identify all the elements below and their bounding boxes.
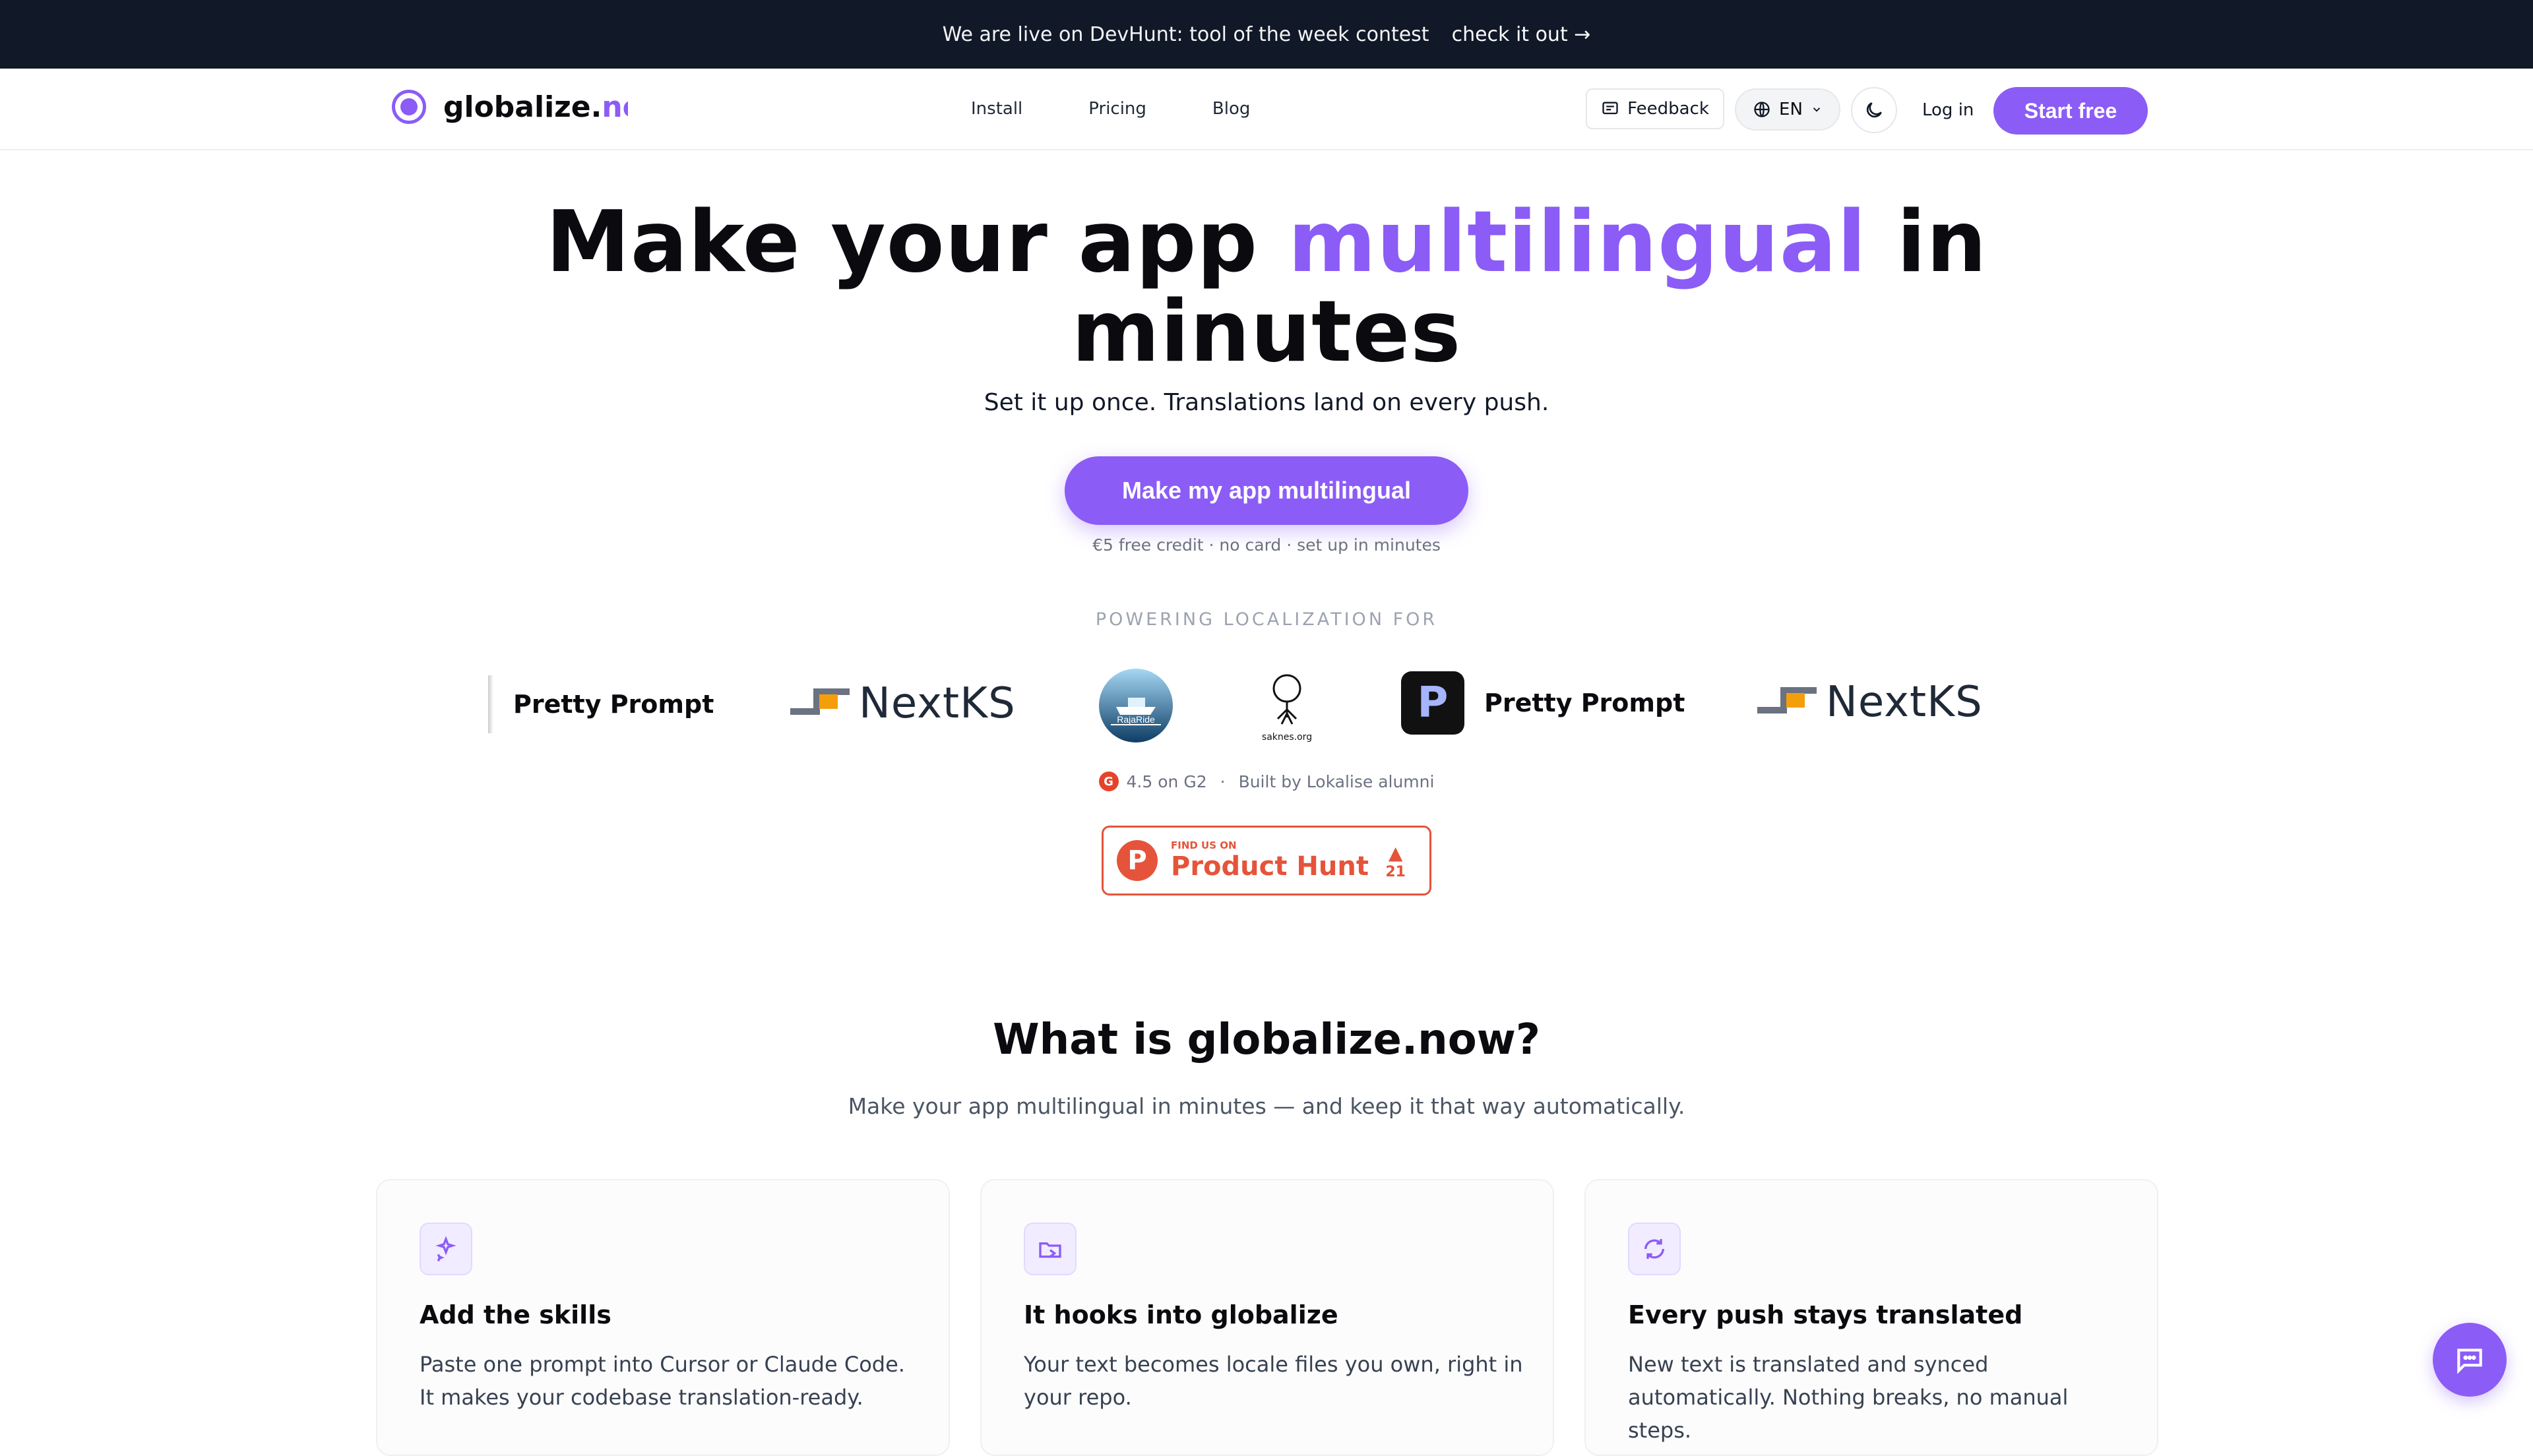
nav-link-pricing[interactable]: Pricing — [1088, 99, 1146, 119]
banner-text: We are live on DevHunt: tool of the week… — [942, 22, 1429, 46]
customer-logos: Pretty Prompt NextKS RajaRide saknes.org… — [488, 659, 2045, 752]
chevron-down-icon — [1813, 107, 1821, 112]
start-free-button[interactable]: Start free — [1993, 87, 2148, 135]
product-hunt-icon: P — [1117, 840, 1158, 881]
nav-link-install[interactable]: Install — [971, 99, 1022, 119]
message-icon — [1602, 102, 1618, 115]
section-subtitle: Make your app multilingual in minutes — … — [848, 1093, 1685, 1119]
upvote-count: ▲ 21 — [1385, 842, 1406, 880]
nextks-mark-icon — [1757, 687, 1817, 713]
product-hunt-badge[interactable]: P FIND US ON Product Hunt ▲ 21 — [1102, 826, 1431, 895]
nextks-mark-icon — [790, 688, 850, 715]
theme-toggle-button[interactable] — [1851, 87, 1897, 133]
refresh-icon — [1628, 1223, 1681, 1275]
folder-hook-icon — [1024, 1223, 1077, 1275]
make-multilingual-button[interactable]: Make my app multilingual — [1065, 456, 1468, 525]
pretty-prompt-icon: P — [1401, 671, 1464, 735]
cta-note: €5 free credit · no card · set up in min… — [1092, 535, 1441, 555]
feature-card-push: Every push stays translated New text is … — [1584, 1179, 2158, 1456]
pretty-prompt-logo: Pretty Prompt — [488, 675, 714, 733]
logo[interactable]: globalize.now — [392, 90, 628, 124]
upvote-triangle-icon: ▲ — [1388, 842, 1403, 864]
chat-button[interactable] — [2433, 1323, 2507, 1397]
login-link[interactable]: Log in — [1922, 100, 1974, 120]
g2-rating: 4.5 on G2 — [1126, 772, 1207, 791]
top-banner: We are live on DevHunt: tool of the week… — [0, 0, 2533, 69]
hero-title: Make your app multilingual in minutes — [546, 193, 1987, 381]
rajaride-logo: RajaRide — [1098, 667, 1174, 746]
logo-icon — [392, 90, 426, 124]
hero-subtitle: Set it up once. Translations land on eve… — [984, 389, 1549, 416]
moon-icon — [1866, 102, 1882, 118]
logo-text: globalize.now — [443, 90, 628, 124]
pretty-prompt-logo-2: P Pretty Prompt — [1401, 671, 1685, 735]
feedback-button[interactable]: Feedback — [1586, 88, 1724, 129]
feature-card-skills: Add the skills Paste one prompt into Cur… — [376, 1179, 950, 1456]
alumni-text: Built by Lokalise alumni — [1238, 772, 1435, 791]
section-title: What is globalize.now? — [993, 1016, 1540, 1064]
language-selector[interactable]: EN — [1735, 88, 1840, 131]
navbar: globalize.now Install Pricing Blog Feedb… — [0, 69, 2533, 150]
ratings-row: G 4.5 on G2 · Built by Lokalise alumni — [0, 772, 2533, 791]
g2-icon: G — [1098, 772, 1119, 791]
sparkles-icon — [420, 1223, 472, 1275]
nav-links: Install Pricing Blog — [971, 99, 1316, 119]
saknes-logo: saknes.org — [1257, 671, 1317, 743]
nav-link-blog[interactable]: Blog — [1212, 99, 1250, 119]
nextks-logo: NextKS — [790, 679, 1016, 728]
tree-icon — [1272, 674, 1301, 725]
powering-label: POWERING LOCALIZATION FOR — [1095, 609, 1438, 630]
feature-card-hooks: It hooks into globalize Your text become… — [980, 1179, 1554, 1456]
chat-icon — [2457, 1349, 2482, 1374]
nextks-logo-2: NextKS — [1757, 678, 1983, 727]
svg-text:RajaRide: RajaRide — [1117, 714, 1155, 725]
globe-icon — [1754, 102, 1770, 117]
banner-link[interactable]: check it out → — [1452, 23, 1591, 46]
